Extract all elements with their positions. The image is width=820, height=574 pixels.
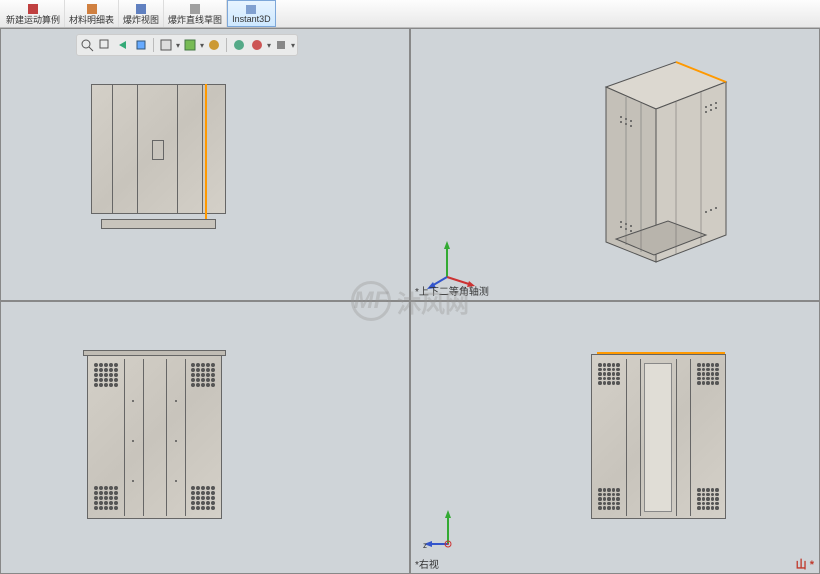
ribbon-btn-explode-sketch[interactable]: 爆炸直线草图: [164, 0, 227, 27]
zoom-fit-icon[interactable]: [79, 37, 95, 53]
viewport-right[interactable]: z *右视: [410, 301, 820, 574]
dropdown-arrow-icon[interactable]: ▾: [267, 41, 271, 50]
section-icon[interactable]: [182, 37, 198, 53]
camera-icon[interactable]: [231, 37, 247, 53]
view-label: *右视: [415, 556, 439, 571]
ribbon-btn-instant3d[interactable]: Instant3D: [227, 0, 276, 27]
svg-text:z: z: [423, 541, 427, 550]
render-icon[interactable]: [249, 37, 265, 53]
ribbon-btn-bom[interactable]: 材料明细表: [65, 0, 119, 27]
separator: [153, 38, 154, 52]
ribbon-label: 新建运动算例: [6, 16, 60, 25]
triad-icon: z: [423, 506, 468, 551]
view-orient-icon[interactable]: [133, 37, 149, 53]
zoom-prev-icon[interactable]: [115, 37, 131, 53]
model-top-rail: [83, 350, 226, 356]
exploded-icon: [134, 2, 148, 15]
view-label: *上下二等角轴测: [415, 283, 489, 298]
motion-icon: [26, 2, 40, 15]
separator: [226, 38, 227, 52]
model-front-view: [87, 354, 222, 519]
display-style-icon[interactable]: [158, 37, 174, 53]
dropdown-arrow-icon[interactable]: ▾: [176, 41, 180, 50]
explode-sketch-icon: [188, 2, 202, 15]
model-base: [101, 219, 216, 229]
viewport-top[interactable]: [0, 28, 410, 301]
view-toolbar: ▾ ▾ ▾ ▾: [76, 34, 298, 56]
dropdown-arrow-icon[interactable]: ▾: [200, 41, 204, 50]
settings-icon[interactable]: [273, 37, 289, 53]
ribbon-btn-motion-study[interactable]: 新建运动算例: [2, 0, 65, 27]
viewport-front[interactable]: [0, 301, 410, 574]
viewport-area: *上下二等角轴测: [0, 28, 820, 574]
dropdown-arrow-icon[interactable]: ▾: [291, 41, 295, 50]
edge-highlight: [597, 352, 725, 354]
edge-highlight: [205, 84, 207, 224]
model-right-view: [591, 354, 726, 519]
model-iso-view: [576, 47, 736, 277]
scene-icon[interactable]: [206, 37, 222, 53]
bom-icon: [85, 2, 99, 15]
instant3d-icon: [244, 3, 258, 14]
ribbon-label: 爆炸视图: [123, 16, 159, 25]
footer-brand: 山 *: [796, 556, 814, 572]
viewport-isometric[interactable]: *上下二等角轴测: [410, 28, 820, 301]
ribbon-btn-exploded-view[interactable]: 爆炸视图: [119, 0, 164, 27]
ribbon-toolbar: 新建运动算例 材料明细表 爆炸视图 爆炸直线草图 Instant3D: [0, 0, 820, 28]
ribbon-label: 材料明细表: [69, 16, 114, 25]
ribbon-label: 爆炸直线草图: [168, 16, 222, 25]
ribbon-label: Instant3D: [232, 15, 271, 24]
zoom-area-icon[interactable]: [97, 37, 113, 53]
